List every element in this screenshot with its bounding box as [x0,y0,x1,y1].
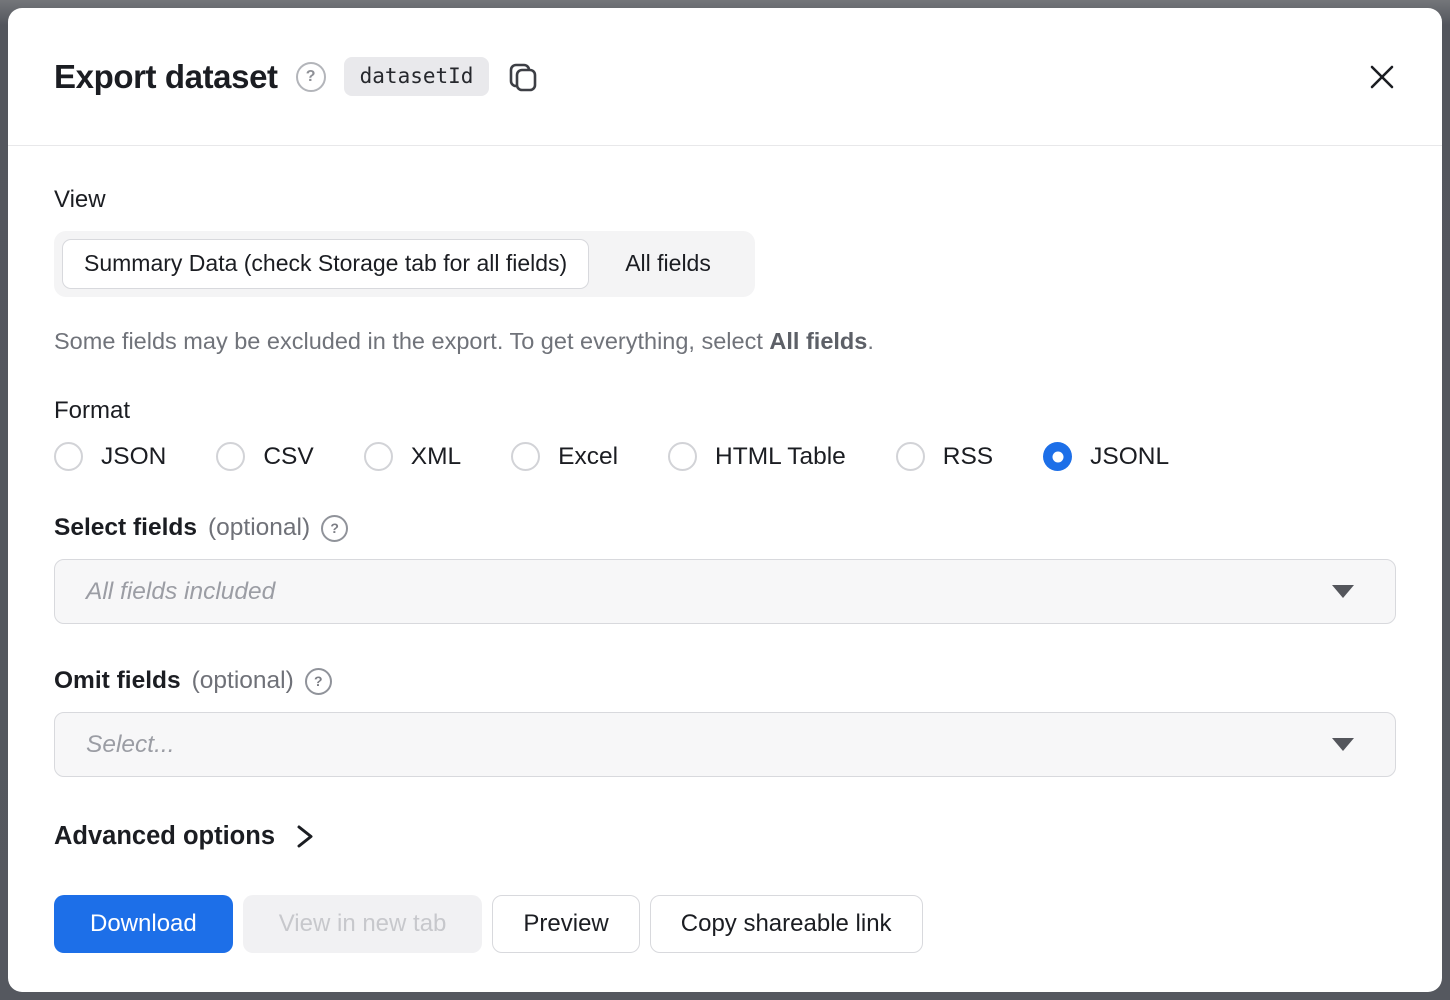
modal-body: View Summary Data (check Storage tab for… [8,146,1442,992]
radio-label: RSS [943,443,993,471]
radio-checked-icon [1043,442,1072,471]
radio-icon [54,442,83,471]
format-option-xml[interactable]: XML [364,442,461,471]
radio-icon [216,442,245,471]
format-option-jsonl[interactable]: JSONL [1043,442,1169,471]
view-helper-text: Some fields may be excluded in the expor… [54,328,1396,355]
omit-fields-placeholder: Select... [86,731,1332,759]
select-fields-dropdown[interactable]: All fields included [54,559,1396,624]
radio-label: JSONL [1090,443,1169,471]
modal-title: Export dataset [54,58,278,96]
format-option-rss[interactable]: RSS [896,442,993,471]
modal-header: Export dataset ? datasetId [8,8,1442,146]
omit-fields-label-row: Omit fields (optional) ? [54,667,1396,695]
helper-text-bold: All fields [769,328,867,354]
radio-icon [896,442,925,471]
export-dataset-modal: Export dataset ? datasetId View S [8,8,1442,992]
radio-label: CSV [263,443,313,471]
omit-fields-optional: (optional) [192,667,294,695]
omit-fields-dropdown[interactable]: Select... [54,712,1396,777]
format-option-excel[interactable]: Excel [511,442,618,471]
helper-text-suffix: . [867,328,874,354]
format-option-csv[interactable]: CSV [216,442,313,471]
radio-label: JSON [101,443,166,471]
format-label: Format [54,397,1396,425]
help-icon[interactable]: ? [321,515,348,542]
select-fields-optional: (optional) [208,514,310,542]
advanced-options-toggle[interactable]: Advanced options [54,822,315,851]
radio-icon [668,442,697,471]
close-icon [1368,63,1396,91]
caret-down-icon [1332,738,1354,751]
actions-row: Download View in new tab Preview Copy sh… [54,895,1396,953]
view-label: View [54,186,1396,214]
help-icon[interactable]: ? [296,62,326,92]
select-fields-label-row: Select fields (optional) ? [54,514,1396,542]
preview-button[interactable]: Preview [492,895,639,953]
format-option-json[interactable]: JSON [54,442,166,471]
omit-fields-label: Omit fields [54,667,181,695]
view-option-all-fields[interactable]: All fields [589,239,747,289]
radio-icon [511,442,540,471]
select-fields-placeholder: All fields included [86,578,1332,606]
chevron-right-icon [294,823,315,850]
format-section: Format JSON CSV XML Excel [54,397,1396,471]
download-button[interactable]: Download [54,895,233,953]
help-icon[interactable]: ? [305,668,332,695]
helper-text-prefix: Some fields may be excluded in the expor… [54,328,769,354]
dataset-id-badge: datasetId [344,57,490,96]
format-radio-group: JSON CSV XML Excel HTML Table [54,442,1396,471]
caret-down-icon [1332,585,1354,598]
radio-icon [364,442,393,471]
copy-icon [507,61,539,93]
radio-label: Excel [558,443,618,471]
radio-label: HTML Table [715,443,846,471]
radio-label: XML [411,443,461,471]
advanced-options-label: Advanced options [54,822,275,851]
view-option-summary-data[interactable]: Summary Data (check Storage tab for all … [62,239,589,289]
close-button[interactable] [1368,63,1396,91]
copy-dataset-id-button[interactable] [507,61,539,93]
view-in-new-tab-button[interactable]: View in new tab [243,895,483,953]
copy-shareable-link-button[interactable]: Copy shareable link [650,895,923,953]
select-fields-label: Select fields [54,514,197,542]
view-segmented-control: Summary Data (check Storage tab for all … [54,231,755,297]
format-option-html-table[interactable]: HTML Table [668,442,846,471]
